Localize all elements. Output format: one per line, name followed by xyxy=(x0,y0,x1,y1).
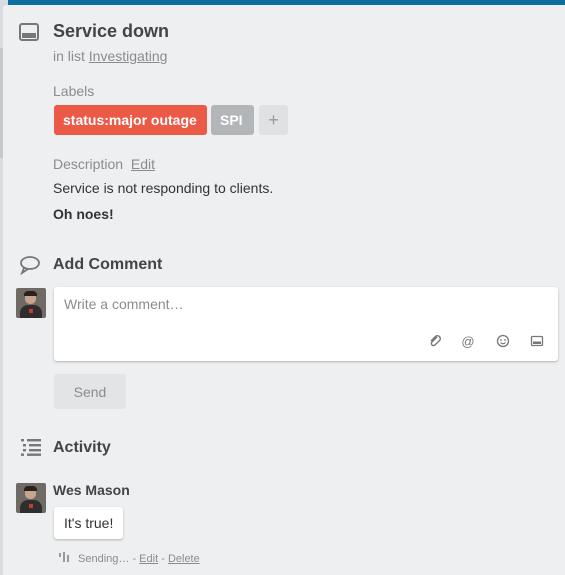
card-title[interactable]: Service down xyxy=(53,21,169,42)
description-header: Description Edit xyxy=(53,156,155,172)
in-list-prefix: in list xyxy=(53,48,85,64)
meta-separator: - xyxy=(161,553,165,565)
add-comment-heading: Add Comment xyxy=(53,256,163,273)
card-list-info: in list Investigating xyxy=(53,48,167,64)
description-text: Service is not responding to clients. xyxy=(53,180,274,196)
card-icon xyxy=(19,23,39,41)
comment-composer: @ xyxy=(54,287,558,361)
add-label-button[interactable]: + xyxy=(259,105,288,135)
activity-meta: Sending… - Edit - Delete xyxy=(58,552,200,565)
activity-avatar xyxy=(16,483,46,513)
edit-comment-link[interactable]: Edit xyxy=(139,553,158,565)
delete-comment-link[interactable]: Delete xyxy=(168,553,200,565)
meta-separator: - xyxy=(132,553,137,565)
label-status-major-outage[interactable]: status:major outage xyxy=(54,105,207,135)
activity-author[interactable]: Wes Mason xyxy=(53,482,130,498)
send-button[interactable]: Send xyxy=(54,374,126,409)
description-heading: Description xyxy=(53,156,124,172)
mention-icon[interactable]: @ xyxy=(460,334,476,350)
list-link[interactable]: Investigating xyxy=(89,48,168,64)
sending-status: Sending… xyxy=(78,553,130,565)
avatar xyxy=(16,288,46,318)
description-emphasis: Oh noes! xyxy=(53,206,114,222)
activity-heading: Activity xyxy=(53,439,111,456)
card-link-icon[interactable] xyxy=(529,334,545,350)
sending-icon xyxy=(59,552,69,562)
comment-icon xyxy=(20,256,40,275)
label-spi[interactable]: SPI xyxy=(211,105,254,135)
card-detail-window: Service down in list Investigating Label… xyxy=(3,5,565,575)
activity-icon xyxy=(21,439,41,456)
attachment-icon[interactable] xyxy=(427,334,443,350)
emoji-icon[interactable] xyxy=(495,334,511,350)
activity-comment: It's true! xyxy=(54,507,124,539)
labels-heading: Labels xyxy=(53,83,95,99)
comment-input[interactable] xyxy=(54,287,558,337)
description-edit-link[interactable]: Edit xyxy=(131,156,155,172)
